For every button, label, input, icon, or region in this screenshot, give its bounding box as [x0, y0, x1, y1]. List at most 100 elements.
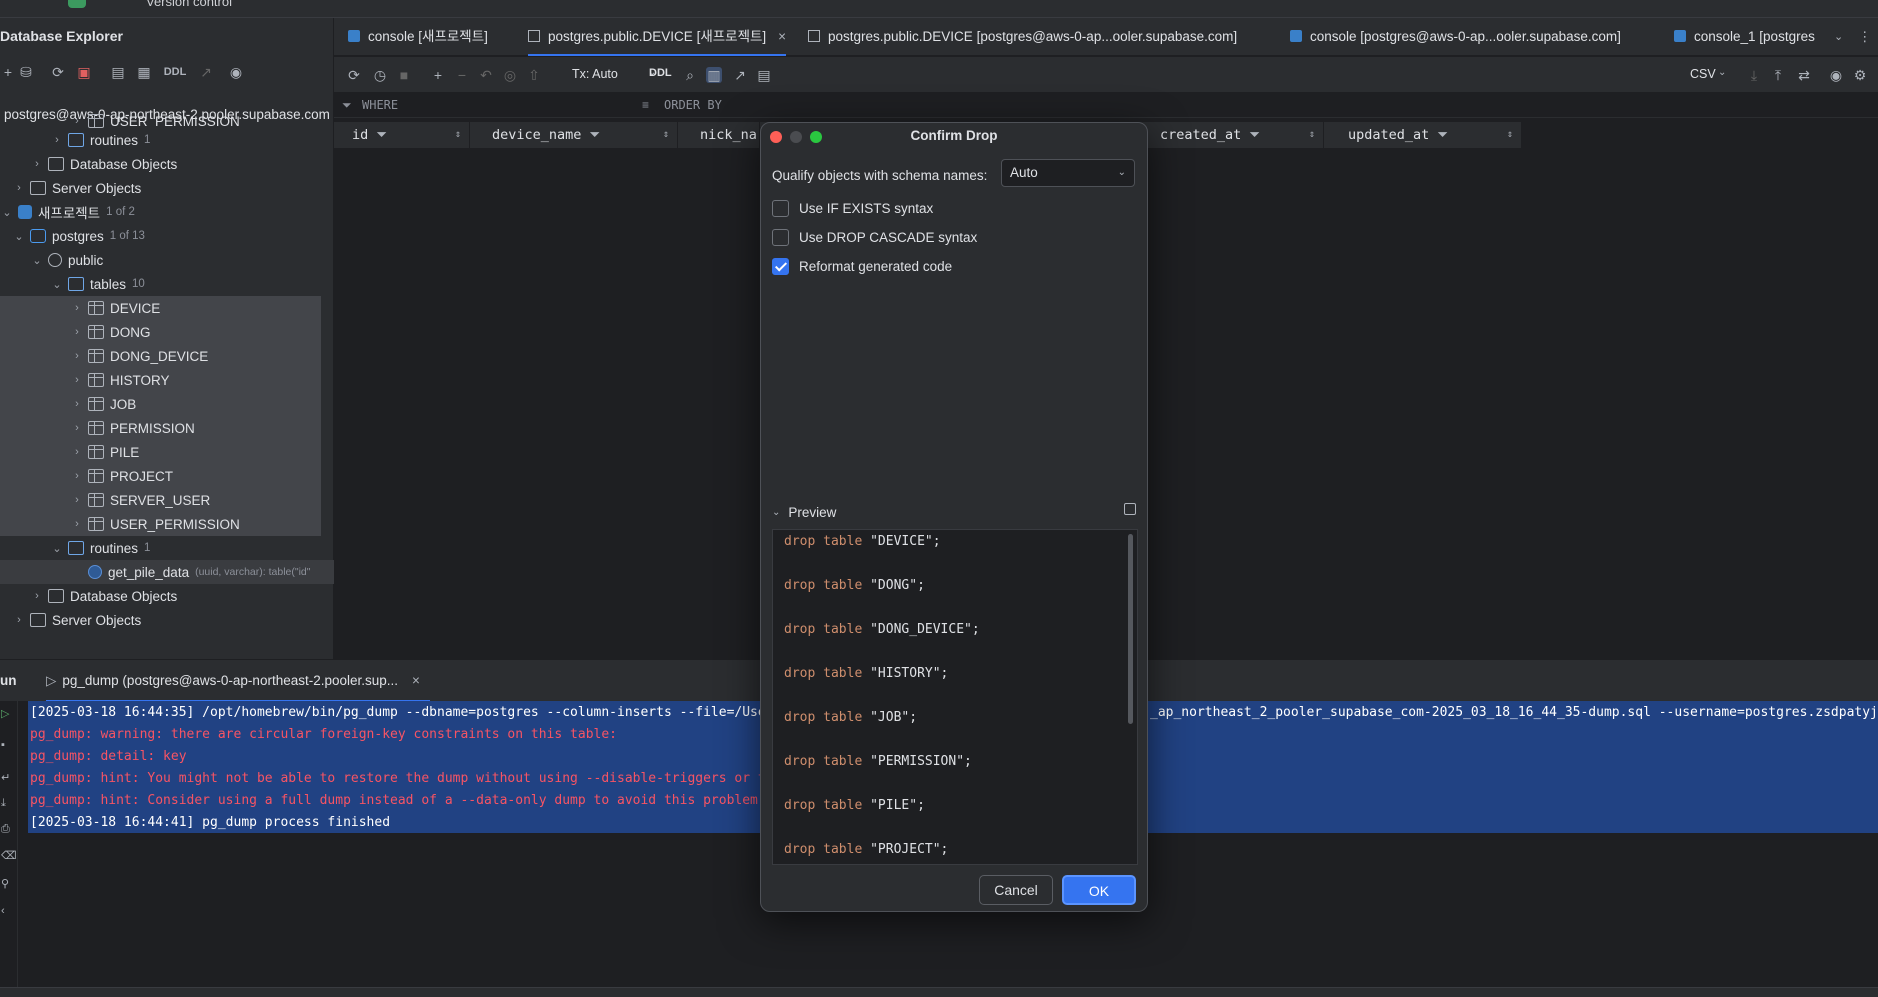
chevron-right-icon[interactable]: ›: [12, 614, 26, 626]
chevron-right-icon[interactable]: ›: [30, 590, 44, 602]
sort-icon[interactable]: ⇕: [1309, 122, 1315, 148]
chevron-down-icon[interactable]: ⌄: [50, 278, 64, 291]
tree-row-table[interactable]: › HISTORY: [0, 368, 321, 392]
tab-console[interactable]: console [새프로젝트]: [348, 18, 488, 56]
chevron-right-icon[interactable]: ›: [50, 134, 64, 146]
tab-pg-dump[interactable]: ▷ pg_dump (postgres@aws-0-ap-northeast-2.…: [46, 660, 430, 702]
chevron-right-icon[interactable]: ›: [70, 326, 84, 338]
revert-icon[interactable]: ↶: [478, 67, 494, 83]
chevron-right-icon[interactable]: ›: [70, 518, 84, 530]
column-header-created-at[interactable]: created_at ⏷ ⇕: [1148, 122, 1324, 148]
tree-row-project[interactable]: ⌄ 새프로젝트 1 of 2: [0, 200, 334, 224]
upload-icon[interactable]: ⤒: [1770, 67, 1786, 83]
properties-icon[interactable]: ▤: [110, 64, 126, 80]
stop-icon[interactable]: ■: [396, 67, 412, 83]
ddl-button[interactable]: DDL: [649, 67, 672, 79]
sort-icon[interactable]: ⇕: [663, 122, 669, 148]
delete-row-icon[interactable]: −: [454, 67, 470, 83]
sort-icon[interactable]: ⇕: [1507, 122, 1513, 148]
chevron-right-icon[interactable]: ›: [70, 374, 84, 386]
chevron-right-icon[interactable]: ›: [70, 302, 84, 314]
tree-row-database-objects[interactable]: › Database Objects: [0, 152, 334, 176]
view-options-icon[interactable]: ◉: [228, 64, 244, 80]
tab-console-remote[interactable]: console [postgres@aws-0-ap...ooler.supab…: [1290, 18, 1621, 56]
layout-icon[interactable]: ▤: [756, 67, 772, 83]
preview-changes-icon[interactable]: ◎: [502, 67, 518, 83]
refresh-icon[interactable]: ⟳: [50, 64, 66, 80]
more-tabs-icon[interactable]: ⋮: [1858, 18, 1872, 56]
ddl-button[interactable]: DDL: [162, 64, 188, 80]
disconnect-icon[interactable]: ▣: [76, 64, 92, 80]
sort-icon[interactable]: ⇕: [455, 122, 461, 148]
preview-code[interactable]: drop table "DEVICE"; drop table "DONG"; …: [772, 529, 1138, 865]
chart-icon[interactable]: ↗: [732, 67, 748, 83]
column-header-nick-name[interactable]: nick_na: [680, 122, 760, 148]
export-format-dropdown[interactable]: CSV: [1690, 67, 1716, 81]
scroll-end-icon[interactable]: ⤓: [1, 797, 6, 810]
filter-icon[interactable]: ⏷: [376, 127, 387, 143]
reformat-checkbox[interactable]: [772, 257, 789, 275]
filter-icon[interactable]: ⏷: [1437, 127, 1448, 143]
cascade-checkbox[interactable]: [772, 228, 789, 246]
column-header-id[interactable]: id ⏷ ⇕: [334, 122, 470, 148]
eye-icon[interactable]: ◉: [1828, 67, 1844, 83]
tree-row-database[interactable]: ⌄ postgres 1 of 13: [0, 224, 334, 248]
table-icon[interactable]: ▦: [136, 64, 152, 80]
tree-row-routine[interactable]: get_pile_data (uuid, varchar): table("id": [0, 560, 334, 584]
tree-row-table[interactable]: › SERVER_USER: [0, 488, 321, 512]
download-icon[interactable]: ⤓: [1746, 67, 1762, 83]
tree-row-table[interactable]: › DONG: [0, 320, 321, 344]
grid-view-icon[interactable]: ▥: [706, 67, 722, 83]
open-external-icon[interactable]: [1124, 503, 1136, 515]
tabs-overflow-chevron-icon[interactable]: ⌄: [1834, 18, 1843, 56]
stop-icon[interactable]: ▪: [1, 739, 5, 751]
close-icon[interactable]: ×: [412, 673, 420, 688]
collapse-icon[interactable]: ‹: [1, 905, 5, 917]
submit-icon[interactable]: ⇧: [526, 67, 542, 83]
tree-row-routines[interactable]: ⌄ routines 1: [0, 536, 334, 560]
settings-icon[interactable]: ⚙: [1852, 67, 1868, 83]
tree-row-table[interactable]: › DONG_DEVICE: [0, 344, 321, 368]
tree-row-table[interactable]: › USER_PERMISSION: [0, 114, 334, 128]
tx-mode-dropdown[interactable]: Tx: Auto: [572, 67, 618, 81]
reformat-option[interactable]: Reformat generated code: [772, 256, 952, 276]
preview-scrollbar[interactable]: [1128, 534, 1133, 724]
vcs-widget[interactable]: Version control: [146, 0, 232, 9]
tree-row-tables[interactable]: ⌄ tables 10: [0, 272, 334, 296]
search-icon[interactable]: ⌕: [682, 67, 698, 83]
chevron-right-icon[interactable]: ›: [70, 350, 84, 362]
chevron-right-icon[interactable]: ›: [70, 446, 84, 458]
order-by-input[interactable]: ORDER BY: [664, 98, 722, 112]
history-icon[interactable]: ◷: [372, 67, 388, 83]
reload-icon[interactable]: ⟳: [346, 67, 362, 83]
tree-row-table[interactable]: › PROJECT: [0, 464, 321, 488]
chevron-down-icon[interactable]: ⌄: [0, 206, 14, 219]
chevron-right-icon[interactable]: ›: [70, 494, 84, 506]
wrap-icon[interactable]: ↵: [1, 771, 10, 784]
tree-row-routines[interactable]: › routines 1: [0, 128, 334, 152]
tree-row-server-objects[interactable]: › Server Objects: [0, 176, 334, 200]
data-source-icon[interactable]: ⛁: [18, 64, 34, 80]
tree-row-table[interactable]: › PERMISSION: [0, 416, 321, 440]
close-icon[interactable]: ×: [778, 29, 786, 44]
compare-icon[interactable]: ⇄: [1796, 67, 1812, 83]
pin-icon[interactable]: ⚲: [1, 877, 9, 890]
tree-row-server-objects[interactable]: › Server Objects: [0, 608, 334, 632]
tab-console-1[interactable]: console_1 [postgres: [1674, 18, 1820, 56]
print-icon[interactable]: ⎙: [1, 823, 10, 836]
chevron-down-icon[interactable]: ⌄: [50, 542, 64, 555]
chevron-right-icon[interactable]: ›: [70, 422, 84, 434]
filter-icon[interactable]: ⏷: [1249, 127, 1260, 143]
rerun-icon[interactable]: ▷: [1, 707, 9, 720]
filter-icon[interactable]: ⏷: [589, 127, 600, 143]
chevron-right-icon[interactable]: ›: [12, 182, 26, 194]
if-exists-checkbox[interactable]: [772, 199, 789, 217]
preview-toggle[interactable]: ⌄ Preview: [772, 505, 836, 520]
cancel-button[interactable]: Cancel: [979, 875, 1053, 905]
tree-row-database-objects[interactable]: › Database Objects: [0, 584, 334, 608]
ok-button[interactable]: OK: [1062, 875, 1136, 905]
tab-device-table-remote[interactable]: postgres.public.DEVICE [postgres@aws-0-a…: [808, 18, 1237, 56]
chevron-right-icon[interactable]: ›: [30, 158, 44, 170]
chevron-right-icon[interactable]: ›: [70, 470, 84, 482]
clear-icon[interactable]: ⌫: [1, 849, 17, 862]
